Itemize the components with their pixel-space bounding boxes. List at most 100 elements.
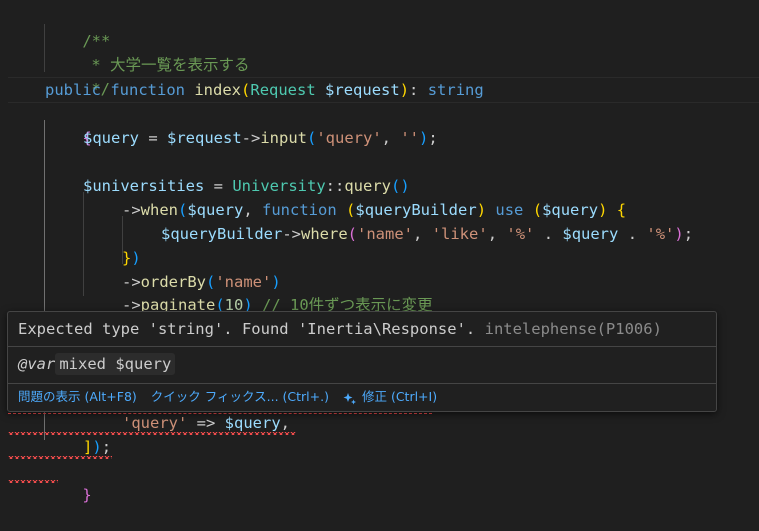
- var-name: $query: [115, 355, 172, 373]
- bracket: (: [347, 225, 358, 243]
- code-editor[interactable]: /** * 大学一覧を表示する */ public function index…: [0, 0, 759, 504]
- bracket: ): [419, 129, 429, 147]
- bracket: (: [346, 201, 356, 219]
- code-line[interactable]: $universities = University::query(): [83, 174, 410, 198]
- view-problem-label: 問題の表示 (Alt+F8): [18, 389, 137, 404]
- doc-comment: * 大学一覧を表示する: [91, 56, 250, 74]
- punctuation: ,: [243, 201, 263, 219]
- bracket: (: [241, 81, 251, 99]
- diagnostic-message-row: Expected type 'string'. Found 'Inertia\R…: [18, 317, 662, 341]
- keyword: use: [495, 201, 524, 219]
- bracket: (: [206, 273, 216, 291]
- punctuation: ,: [487, 225, 507, 243]
- divider: [8, 383, 716, 384]
- view-problem-link[interactable]: 問題の表示 (Alt+F8): [18, 386, 137, 408]
- operator: ->: [282, 225, 301, 243]
- function-name: where: [301, 225, 348, 243]
- string: 'query': [122, 414, 188, 432]
- variable: $queryBuilder: [161, 225, 283, 243]
- code-line[interactable]: ->orderBy('name'): [122, 270, 281, 294]
- keyword: public: [45, 81, 101, 99]
- code-line[interactable]: $query = $request->input('query', '');: [83, 126, 438, 150]
- function-name: input: [260, 129, 307, 147]
- keyword: function: [110, 81, 185, 99]
- operator: .: [618, 225, 647, 243]
- divider: [8, 346, 716, 347]
- bracket: {: [616, 201, 627, 219]
- signature-row: @var mixed $query: [18, 352, 176, 376]
- bracket: ): [271, 273, 281, 291]
- string: '%': [646, 225, 675, 243]
- function-name: orderBy: [140, 273, 206, 291]
- code-line[interactable]: {: [45, 102, 91, 147]
- punctuation: ,: [280, 414, 290, 432]
- function-name: query: [344, 177, 391, 195]
- bracket: }: [122, 249, 132, 267]
- indent-guide: [83, 192, 84, 296]
- bracket: ): [598, 201, 608, 219]
- variable: $query: [187, 201, 244, 219]
- signature-code: mixed $query: [55, 353, 176, 375]
- bracket: (: [532, 201, 543, 219]
- operator: ->: [122, 273, 141, 291]
- string: '': [400, 129, 420, 147]
- sparkle-icon: [343, 391, 356, 404]
- bracket: (: [307, 129, 317, 147]
- bracket: ): [674, 225, 684, 243]
- variable: $query: [224, 414, 281, 432]
- variable: $request: [325, 81, 400, 99]
- operator: =: [139, 129, 167, 147]
- punctuation: ;: [101, 438, 112, 456]
- bracket: ): [476, 201, 487, 219]
- operator: =>: [187, 414, 225, 432]
- string: 'query': [316, 129, 382, 147]
- variable: $query: [542, 201, 599, 219]
- code-line[interactable]: * 大学一覧を表示する: [54, 29, 249, 74]
- return-type: string: [427, 81, 484, 99]
- code-line[interactable]: /**: [45, 5, 110, 50]
- error-squiggle: [8, 432, 296, 435]
- bracket: ): [399, 81, 410, 99]
- operator: .: [534, 225, 563, 243]
- bracket: }: [82, 486, 92, 504]
- code-line[interactable]: ->when($query, function ($queryBuilder) …: [122, 198, 626, 222]
- code-line[interactable]: $queryBuilder->where('name', 'like', '%'…: [161, 222, 693, 246]
- diagnostic-source: intelephense(P1006): [484, 320, 662, 338]
- function-name: index: [194, 81, 242, 99]
- code-line[interactable]: }): [122, 246, 141, 270]
- error-squiggle: [8, 480, 58, 483]
- variable: $query: [83, 129, 139, 147]
- string: '%': [506, 225, 535, 243]
- operator: ->: [241, 129, 261, 147]
- code-line[interactable]: */: [54, 53, 110, 98]
- hover-actions: 問題の表示 (Alt+F8) クイック フィックス... (Ctrl+.) 修正…: [18, 386, 437, 408]
- bracket: ): [92, 438, 102, 456]
- punctuation: ,: [413, 225, 432, 243]
- quick-fix-label: クイック フィックス... (Ctrl+.): [150, 389, 329, 404]
- string: 'like': [431, 225, 488, 243]
- bracket: ): [131, 249, 141, 267]
- variable: $universities: [83, 177, 205, 195]
- operator: ::: [325, 177, 345, 195]
- var-tag: @var: [18, 355, 56, 373]
- class-name: University: [232, 177, 326, 195]
- operator: =: [204, 177, 233, 195]
- code-line[interactable]: public function index(Request $request):…: [45, 78, 484, 102]
- punctuation: :: [409, 81, 428, 99]
- variable: $request: [167, 129, 242, 147]
- string: 'name': [215, 273, 272, 291]
- fix-label: 修正 (Ctrl+I): [361, 389, 438, 404]
- quick-fix-link[interactable]: クイック フィックス... (Ctrl+.): [151, 386, 329, 408]
- fix-link[interactable]: 修正 (Ctrl+I): [343, 386, 437, 408]
- bracket: ]: [83, 438, 93, 456]
- hover-tooltip: Expected type 'string'. Found 'Inertia\R…: [7, 311, 717, 412]
- var-type: mixed: [59, 355, 106, 373]
- punctuation: ;: [683, 225, 694, 243]
- type-name: Request: [250, 81, 316, 99]
- variable: $queryBuilder: [355, 201, 477, 219]
